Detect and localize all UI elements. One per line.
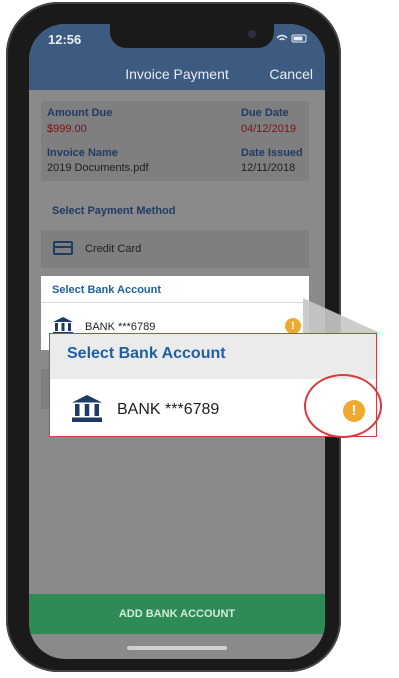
notch — [110, 24, 274, 48]
invoice-summary: Amount Due $999.00 Due Date 04/12/2019 I… — [41, 101, 309, 181]
invoice-name-value: 2019 Documents.pdf — [47, 162, 149, 174]
due-date-value: 04/12/2019 — [241, 123, 297, 135]
amount-due-label: Amount Due — [47, 107, 113, 119]
bank-account-option[interactable]: BANK ***6789 — [85, 321, 155, 333]
home-indicator — [127, 646, 227, 650]
invoice-name-label: Invoice Name — [47, 147, 118, 159]
credit-card-option[interactable]: Credit Card — [41, 230, 309, 268]
warning-icon[interactable]: ! — [285, 318, 301, 334]
status-indicators — [275, 33, 309, 46]
wifi-battery-icon — [276, 34, 307, 43]
highlight-circle — [304, 374, 382, 438]
divider — [41, 302, 309, 303]
payment-method-heading: Select Payment Method — [52, 205, 176, 217]
bank-sheet-title: Select Bank Account — [52, 284, 162, 296]
callout-header: Select Bank Account — [50, 334, 376, 379]
callout-title: Select Bank Account — [67, 345, 226, 362]
credit-card-label: Credit Card — [85, 243, 142, 255]
front-camera — [248, 30, 256, 38]
credit-card-icon — [53, 241, 73, 255]
amount-due-value: $999.00 — [47, 123, 87, 135]
date-issued-label: Date Issued — [241, 147, 303, 159]
callout-bank-account[interactable]: BANK ***6789 — [117, 401, 219, 419]
add-bank-account-button[interactable]: ADD BANK ACCOUNT — [29, 594, 325, 634]
bank-icon — [72, 395, 102, 422]
due-date-label: Due Date — [241, 107, 289, 119]
cancel-button[interactable]: Cancel — [269, 66, 313, 82]
status-time: 12:56 — [48, 32, 82, 47]
date-issued-value: 12/11/2018 — [241, 162, 296, 174]
